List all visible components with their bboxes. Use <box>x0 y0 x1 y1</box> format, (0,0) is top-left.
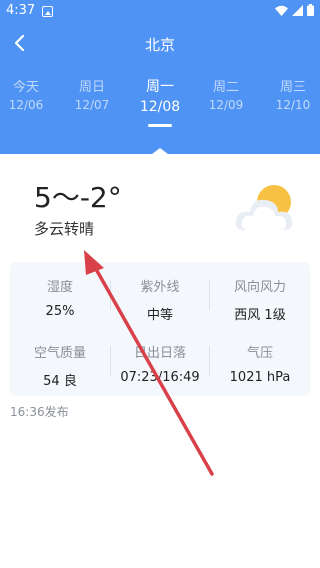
tab-day-date: 12/07 <box>74 98 110 112</box>
battery-icon <box>307 4 314 16</box>
tab-day-date: 12/10 <box>275 98 311 112</box>
wind-cell: 风向风力 西风 1级 <box>210 276 310 323</box>
pressure-value: 1021 hPa <box>229 370 291 385</box>
tab-day-0[interactable]: 今天 12/06 <box>0 76 56 112</box>
tab-day-2[interactable]: 周一 12/08 <box>130 76 190 115</box>
pressure-cell: 气压 1021 hPa <box>210 342 310 385</box>
uv-label: 紫外线 <box>140 280 180 295</box>
status-icons <box>275 4 314 16</box>
humidity-cell: 湿度 25% <box>10 276 110 319</box>
temperature-range: 5～-2° <box>34 181 122 214</box>
tab-day-label: 周二 <box>212 80 239 95</box>
aqi-value: 54 良 <box>43 374 77 389</box>
tab-day-4[interactable]: 周三 12/10 <box>263 76 320 112</box>
wind-label: 风向风力 <box>233 280 286 295</box>
tab-day-date: 12/08 <box>139 99 181 115</box>
sunrise-sunset-value: 07:23/16:49 <box>120 370 200 385</box>
tab-day-label: 今天 <box>12 80 39 95</box>
wind-value: 西风 1级 <box>234 308 286 323</box>
header-bar: 4:37 北京 今天 12/06 周日 12/07 周一 12/08 周二 12… <box>0 0 320 154</box>
tab-day-3[interactable]: 周二 12/09 <box>196 76 256 112</box>
status-bar: 4:37 <box>0 0 320 24</box>
active-tab-notch <box>152 148 168 154</box>
tab-day-1[interactable]: 周日 12/07 <box>62 76 122 112</box>
tab-day-label: 周三 <box>279 80 306 95</box>
tab-day-date: 12/09 <box>208 98 244 112</box>
weather-description: 多云转晴 <box>34 220 95 238</box>
humidity-value: 25% <box>45 304 75 319</box>
aqi-label: 空气质量 <box>33 346 86 361</box>
page-title: 北京 <box>144 36 175 54</box>
partly-cloudy-icon <box>235 185 293 230</box>
wifi-icon <box>275 5 288 16</box>
aqi-cell: 空气质量 54 良 <box>10 342 110 389</box>
notification-icon <box>42 6 53 17</box>
tab-day-label: 周一 <box>146 79 174 95</box>
tab-day-label: 周日 <box>78 80 105 95</box>
pressure-label: 气压 <box>246 346 273 361</box>
status-time: 4:37 <box>6 3 36 18</box>
weather-details-card: 湿度 25% 紫外线 中等 风向风力 西风 1级 空气质量 54 良 日出日落 … <box>10 262 310 396</box>
sunrise-sunset-label: 日出日落 <box>133 346 186 361</box>
sunrise-sunset-cell: 日出日落 07:23/16:49 <box>110 342 210 385</box>
day-tabs: 今天 12/06 周日 12/07 周一 12/08 周二 12/09 周三 1… <box>0 76 320 126</box>
tab-day-date: 12/06 <box>8 98 44 112</box>
signal-icon <box>292 4 303 16</box>
humidity-label: 湿度 <box>46 280 73 295</box>
uv-value: 中等 <box>146 308 173 323</box>
publish-time: 16:36发布 <box>10 405 69 419</box>
active-tab-indicator <box>148 124 172 127</box>
uv-cell: 紫外线 中等 <box>110 276 210 323</box>
